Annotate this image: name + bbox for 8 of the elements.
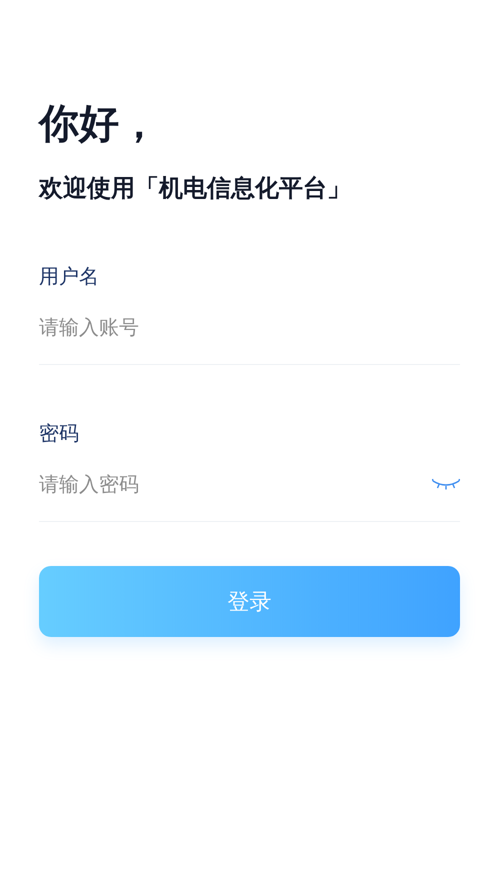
field-label: 密码 xyxy=(39,420,79,447)
username-field[interactable]: 请输入账号 xyxy=(39,311,460,343)
field-label: 用户名 xyxy=(39,263,99,290)
greeting-heading: 你好， xyxy=(39,100,160,149)
login-button[interactable]: 登录 xyxy=(39,566,460,637)
password-field[interactable]: 请输入密码 xyxy=(39,468,432,500)
closed-eye-icon[interactable] xyxy=(432,478,460,490)
welcome-subtitle: 欢迎使用「机电信息化平台」 xyxy=(39,173,351,204)
